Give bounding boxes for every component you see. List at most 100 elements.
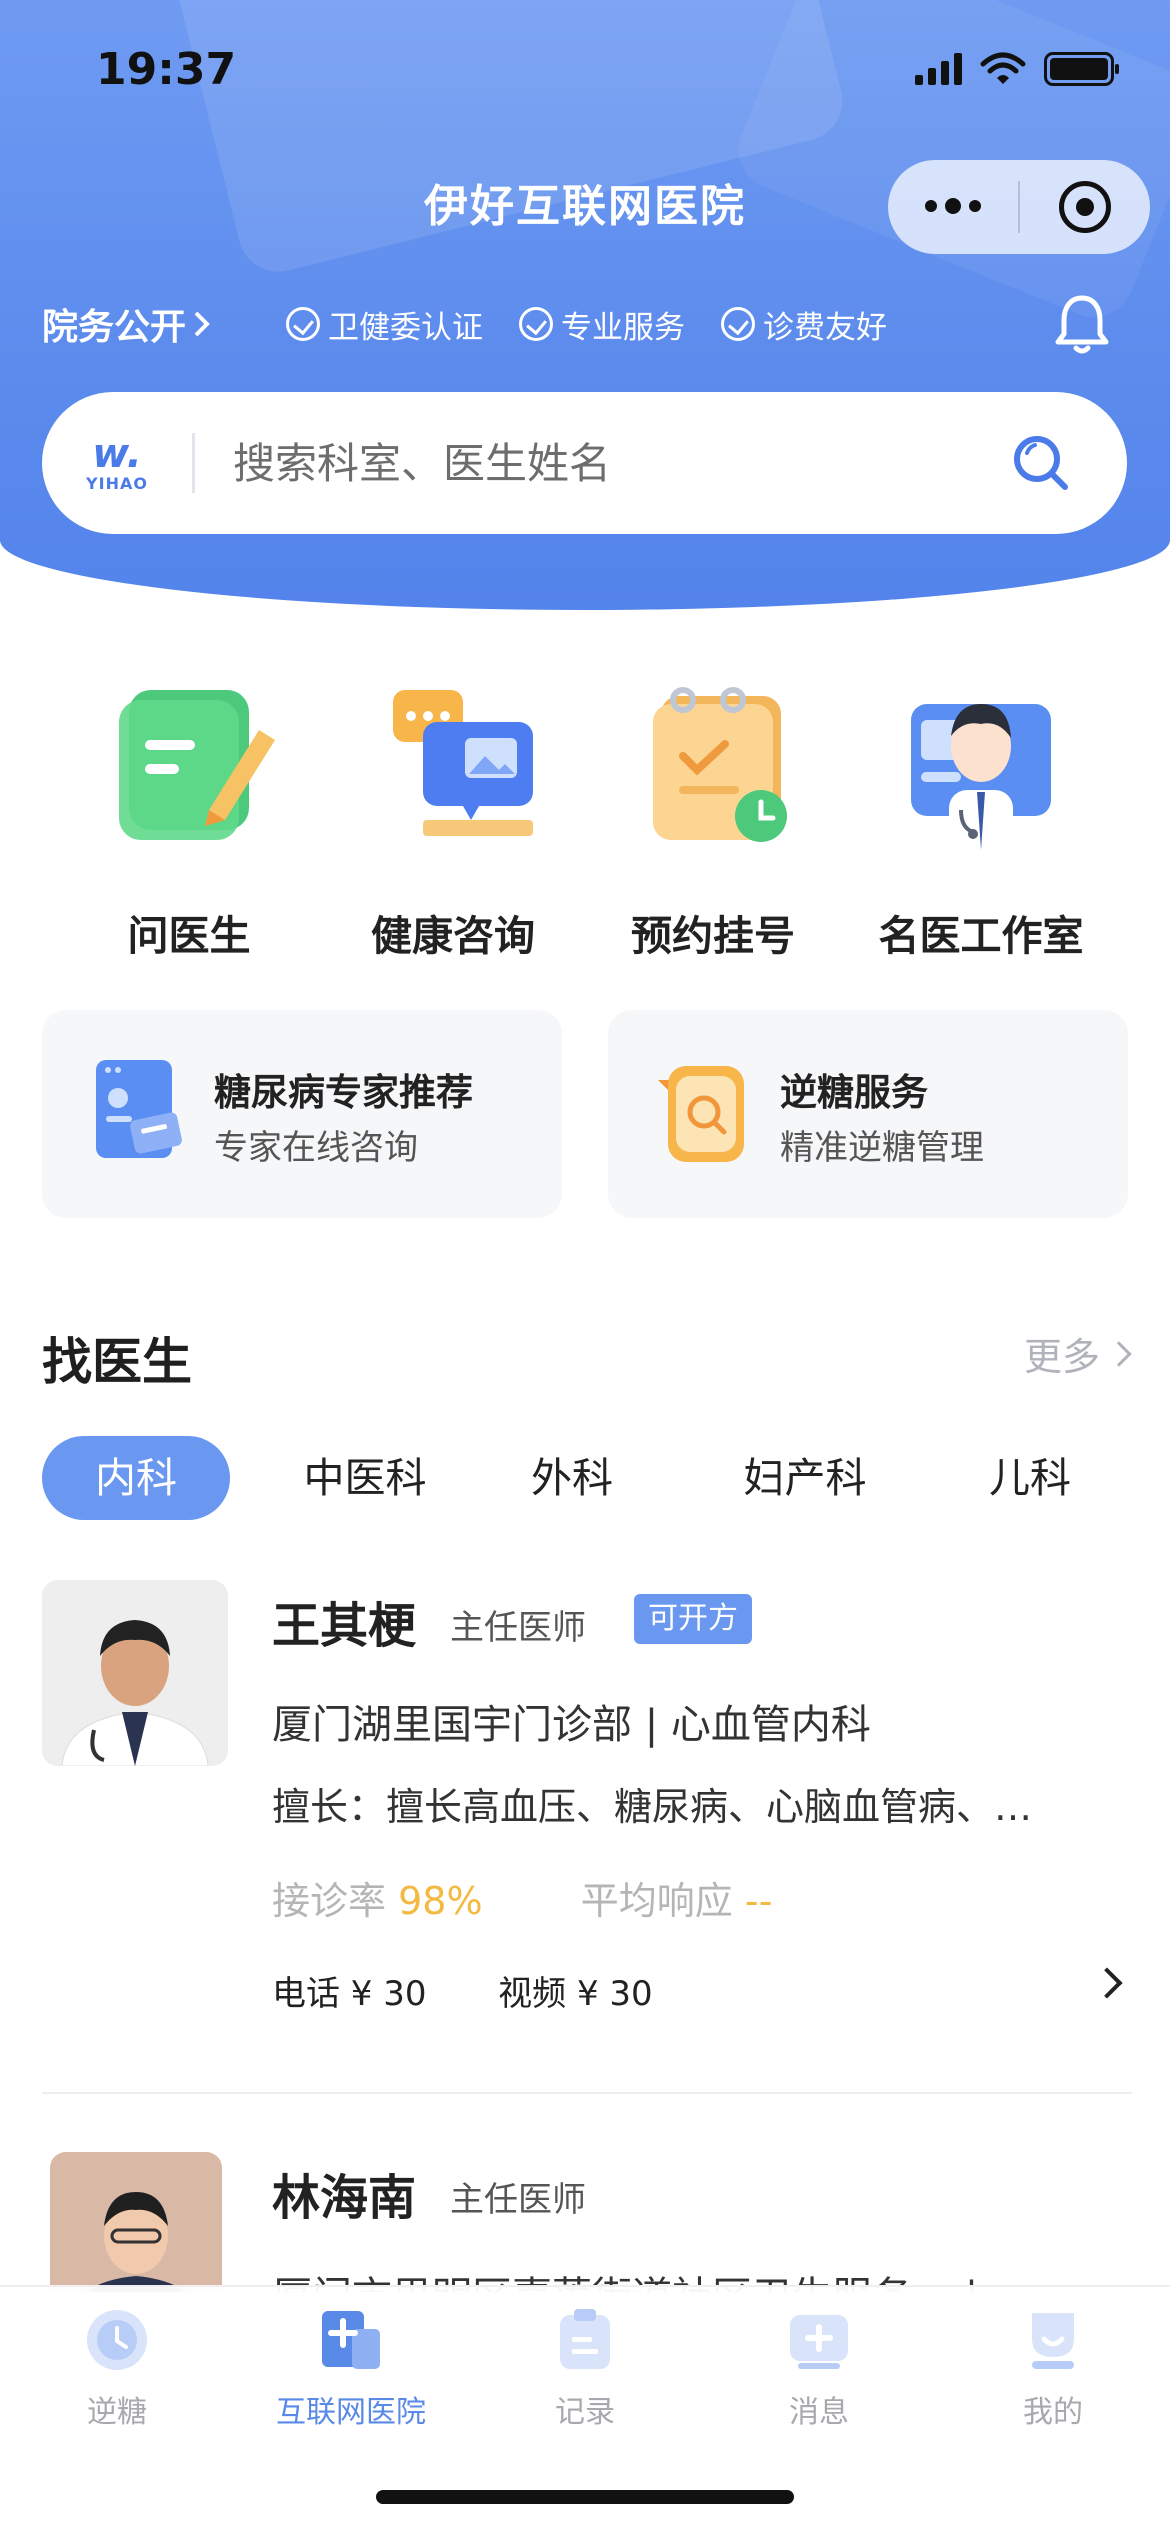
status-time: 19:37 (96, 44, 237, 95)
quick-label: 健康咨询 (371, 912, 535, 960)
badge-fee-friendly: 诊费友好 (721, 302, 887, 347)
nav-label: 逆糖 (87, 2395, 147, 2430)
search-icon[interactable] (1009, 431, 1073, 495)
tab-pediatrics[interactable]: 儿科 (970, 1436, 1090, 1520)
more-icon[interactable] (888, 198, 1018, 214)
phone-price: 电话 ¥ 30 (272, 1974, 427, 2014)
search-bar[interactable]: w. YIHAO (42, 392, 1127, 534)
nav-messages[interactable]: 消息 (702, 2305, 936, 2431)
tab-internal-medicine[interactable]: 内科 (42, 1436, 230, 1520)
find-doctor-more[interactable]: 更多 (1023, 1326, 1132, 1381)
mini-program-capsule (888, 160, 1150, 254)
doctor-name: 林海南 (272, 2170, 417, 2226)
hospital-affairs-link[interactable]: 院务公开 (42, 298, 212, 350)
quick-label: 预约挂号 (631, 912, 795, 960)
profile-icon (1032, 2313, 1074, 2369)
card-title: 逆糖服务 (780, 1071, 928, 1114)
doctor-card[interactable]: 王其梗 主任医师 可开方 厦门湖里国宇门诊部 | 心血管内科 擅长：擅长高血压、… (42, 1580, 1132, 2050)
quick-menu: 问医生 健康咨询 预约挂号 名医工作室 (0, 660, 1170, 960)
badge-professional: 专业服务 (519, 302, 685, 347)
logo-mark: w. (92, 430, 142, 477)
nav-label: 记录 (555, 2395, 615, 2430)
card-subtitle: 专家在线咨询 (214, 1128, 418, 1168)
quick-label: 问医生 (127, 912, 251, 960)
doctor-portrait-icon (42, 1580, 228, 1766)
card-title: 糖尿病专家推荐 (214, 1071, 473, 1114)
message-plus-icon (790, 2315, 848, 2369)
doctor-specialty: 擅长：擅长高血压、糖尿病、心脑血管病、… (272, 1785, 1033, 1829)
id-card-icon (96, 1060, 182, 1158)
wifi-icon (980, 52, 1026, 84)
status-icons (915, 52, 1119, 86)
doctor-icon (911, 704, 1051, 850)
hospital-icon (322, 2311, 380, 2369)
doctor-prices: 电话 ¥ 30 视频 ¥ 30 (272, 1966, 653, 2015)
check-circle-icon (286, 307, 321, 341)
hospital-affairs-label: 院务公开 (42, 307, 187, 348)
doctor-stats: 接诊率 98% 平均响应 -- (272, 1870, 772, 1925)
badge-label: 专业服务 (561, 309, 686, 346)
nav-reverse-diabetes[interactable]: 逆糖 (0, 2305, 234, 2431)
search-box-icon (658, 1066, 744, 1162)
doctor-portrait-icon (50, 2152, 222, 2292)
page: 19:37 伊好互联网医院 院务公开 卫健委认证 专业服务 诊费友好 w. YI… (0, 0, 1170, 2532)
video-price: 视频 ¥ 30 (498, 1974, 653, 2014)
yihao-logo: w. YIHAO (42, 434, 192, 493)
doctor-title: 主任医师 (450, 1608, 586, 1648)
check-circle-icon (519, 307, 554, 341)
info-row: 院务公开 卫健委认证 专业服务 诊费友好 (42, 295, 1132, 354)
check-circle-icon (721, 307, 756, 341)
signal-icon (915, 53, 962, 85)
edit-note-icon (119, 690, 275, 840)
card-subtitle: 精准逆糖管理 (780, 1128, 984, 1168)
doctor-hospital: 厦门湖里国宇门诊部 | 心血管内科 (272, 1702, 871, 1748)
nav-profile[interactable]: 我的 (936, 2305, 1170, 2431)
quick-health-consult[interactable]: 健康咨询 (318, 660, 588, 962)
department-tabs: 内科 中医科 外科 妇产科 儿科 (42, 1436, 1132, 1520)
card-diabetes-expert[interactable]: 糖尿病专家推荐 专家在线咨询 (42, 1010, 562, 1218)
quick-famous-doctor-studio[interactable]: 名医工作室 (846, 660, 1116, 962)
chevron-right-icon[interactable] (1091, 1967, 1123, 1999)
certification-badges: 卫健委认证 专业服务 诊费友好 (286, 302, 887, 347)
doctor-name: 王其梗 (272, 1598, 417, 1654)
nav-internet-hospital[interactable]: 互联网医院 (234, 2305, 468, 2431)
card-reverse-diabetes[interactable]: 逆糖服务 精准逆糖管理 (608, 1010, 1128, 1218)
logo-text: YIHAO (86, 473, 148, 493)
doctor-title: 主任医师 (450, 2180, 586, 2220)
close-target-icon[interactable] (1020, 181, 1150, 233)
badge-label: 卫健委认证 (328, 309, 484, 346)
badge-label: 诊费友好 (763, 309, 888, 346)
nav-label: 我的 (1023, 2395, 1083, 2430)
response-label: 平均响应 (580, 1879, 733, 1923)
quick-appointment[interactable]: 预约挂号 (578, 660, 848, 962)
clock-icon (87, 2310, 147, 2370)
chevron-right-icon (1106, 1340, 1132, 1367)
response-value: -- (744, 1879, 773, 1923)
doctor-photo (42, 1580, 228, 1766)
more-label: 更多 (1023, 1335, 1100, 1379)
doctor-card[interactable]: 林海南 主任医师 厦门市思明区嘉莲街道社区卫生服务… | (42, 2152, 1132, 2292)
chat-image-icon (393, 690, 533, 836)
quick-label: 名医工作室 (878, 912, 1084, 960)
nav-records[interactable]: 记录 (468, 2305, 702, 2431)
nav-label: 消息 (789, 2395, 849, 2430)
find-doctor-title: 找医生 (42, 1333, 192, 1391)
tab-tcm[interactable]: 中医科 (282, 1436, 448, 1520)
rate-label: 接诊率 (272, 1879, 387, 1923)
calendar-clock-icon (653, 687, 787, 842)
search-input[interactable] (233, 438, 1009, 488)
rate-value: 98% (398, 1879, 483, 1923)
nav-label: 互联网医院 (276, 2395, 426, 2430)
chevron-right-icon (194, 311, 210, 337)
prescription-tag: 可开方 (634, 1594, 752, 1644)
bell-icon[interactable] (1052, 292, 1112, 356)
quick-ask-doctor[interactable]: 问医生 (54, 660, 324, 962)
clipboard-icon (560, 2309, 610, 2369)
search-divider (192, 433, 195, 493)
badge-health-commission: 卫健委认证 (286, 302, 483, 347)
battery-icon (1044, 52, 1119, 86)
home-indicator (376, 2490, 794, 2504)
tab-obstetrics[interactable]: 妇产科 (722, 1436, 888, 1520)
divider (42, 2092, 1132, 2094)
tab-surgery[interactable]: 外科 (512, 1436, 632, 1520)
